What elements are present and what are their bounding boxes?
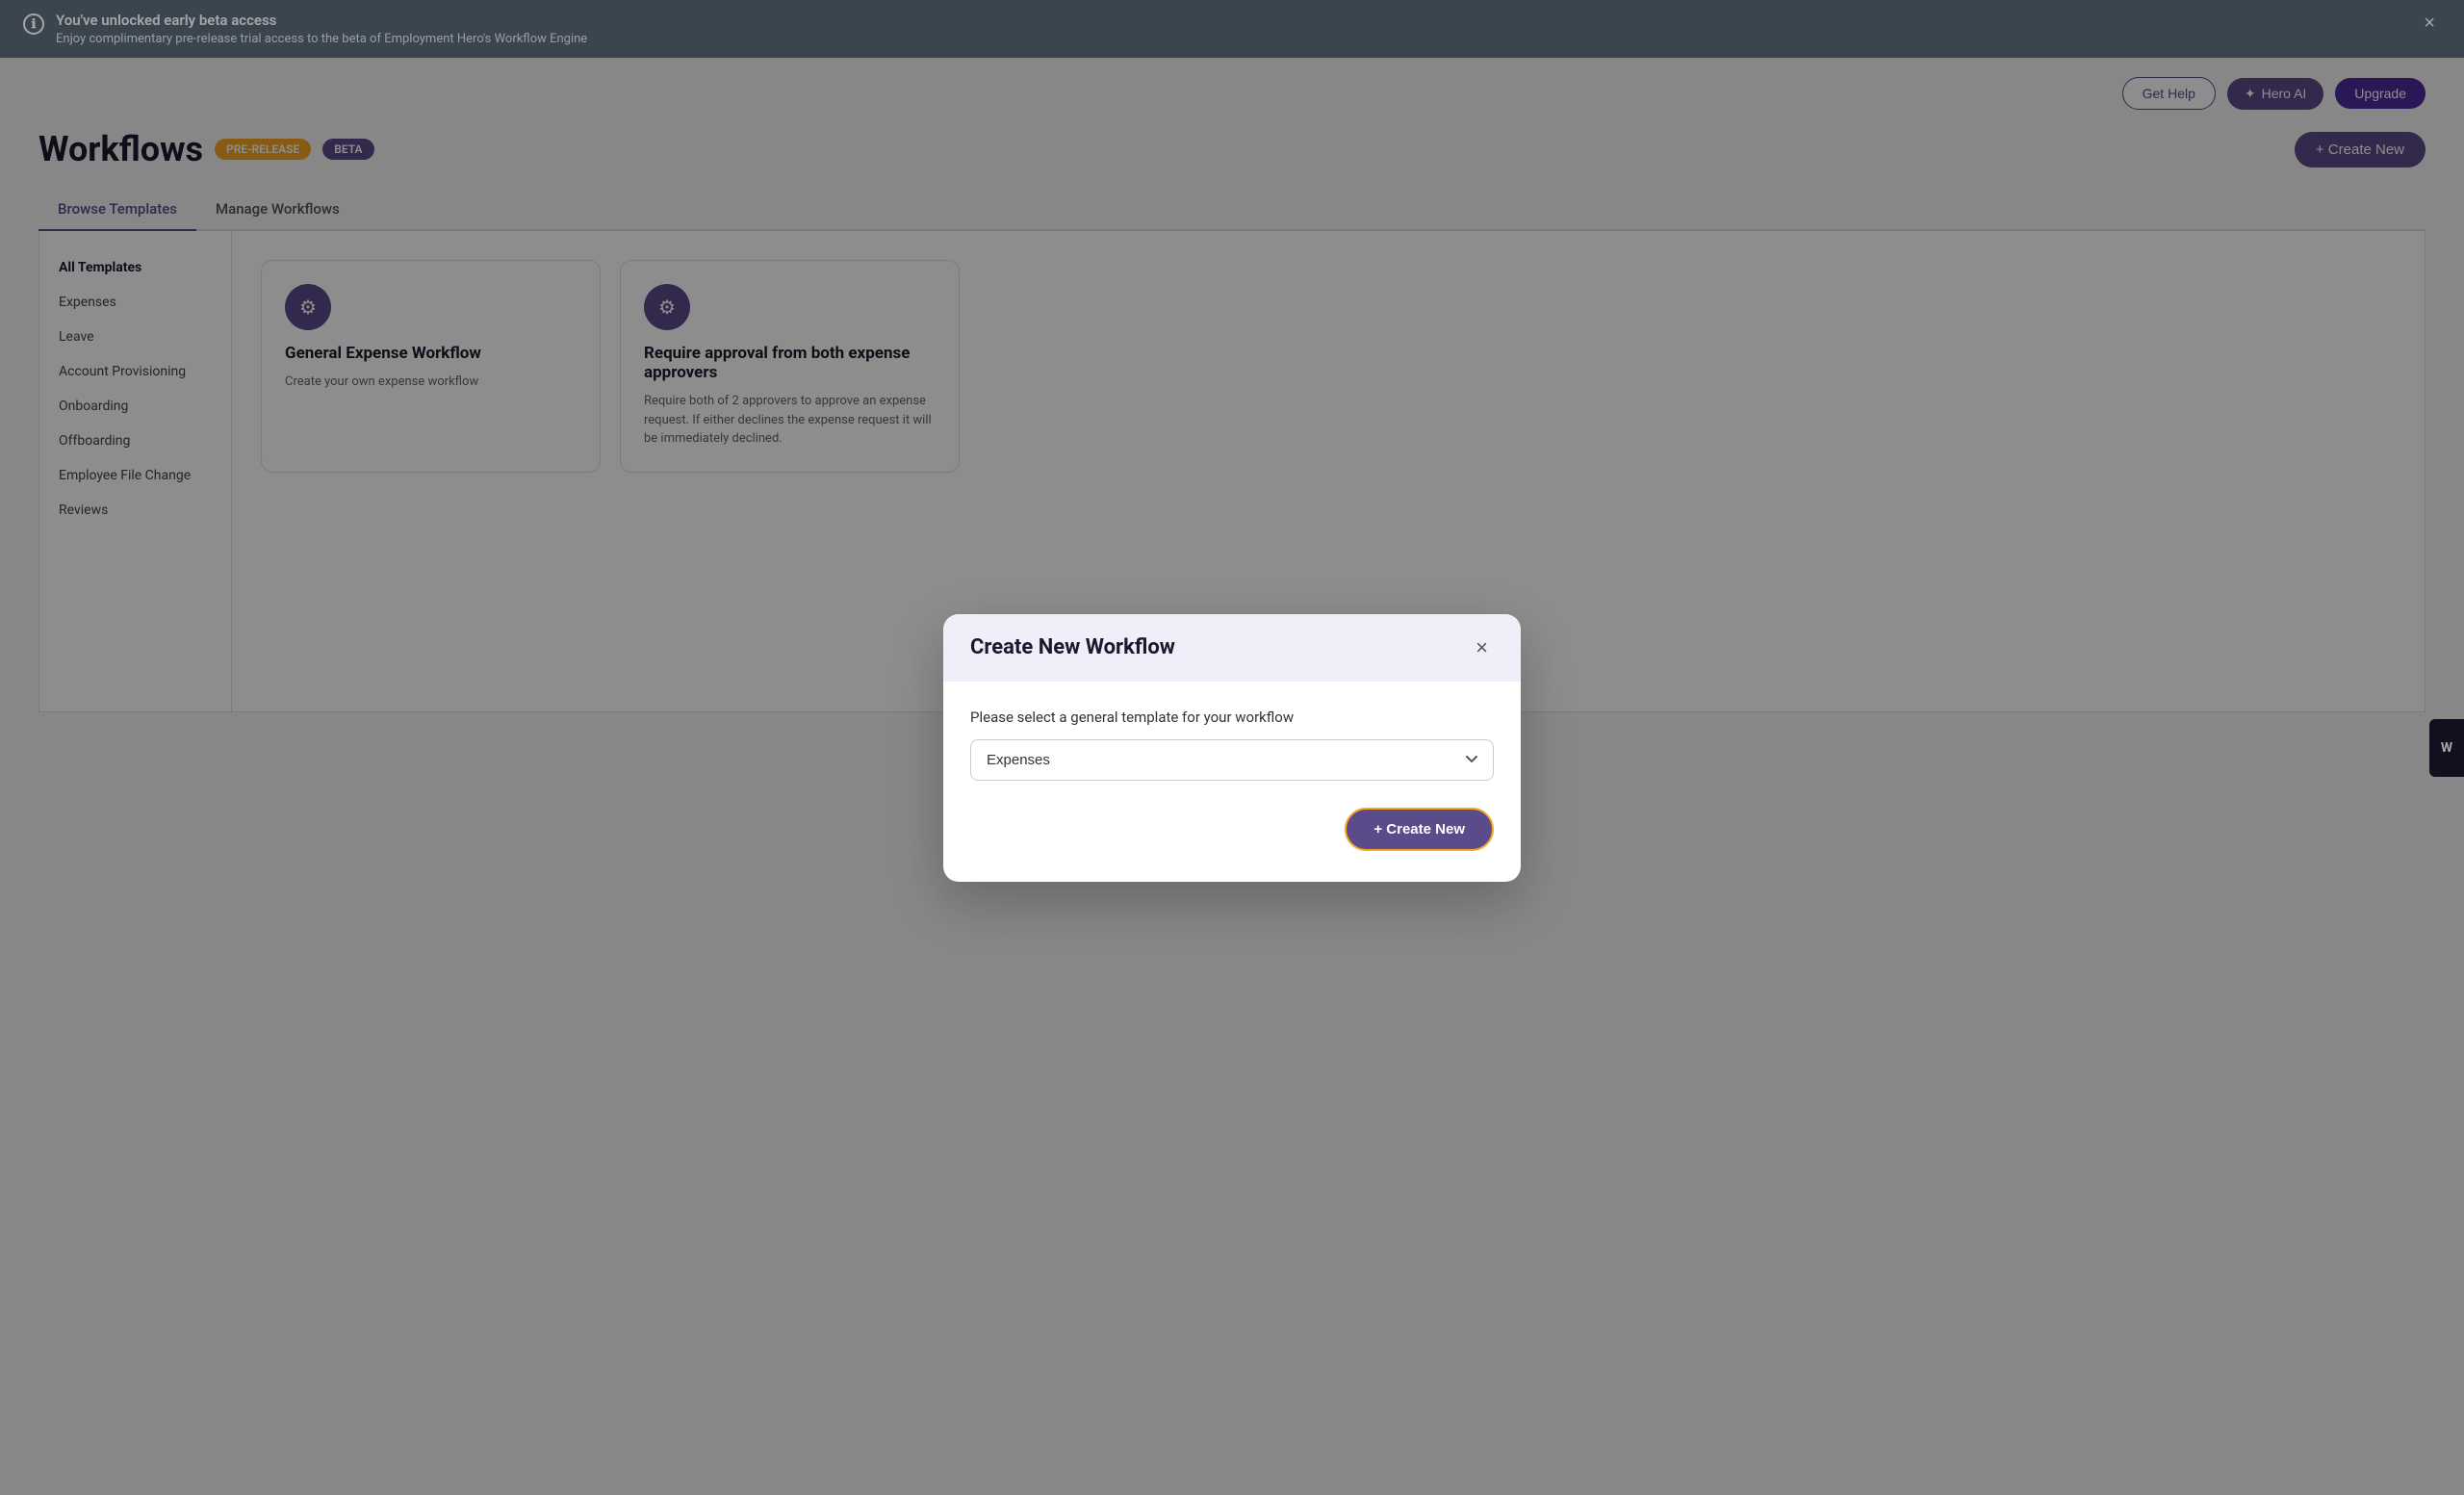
modal-close-button[interactable]: × xyxy=(1470,635,1494,660)
template-select[interactable]: Expenses Leave Account Provisioning Onbo… xyxy=(970,739,1494,781)
modal-footer: + Create New xyxy=(970,808,1494,851)
modal-title: Create New Workflow xyxy=(970,635,1175,659)
modal-create-button[interactable]: + Create New xyxy=(1345,808,1494,851)
create-workflow-modal: Create New Workflow × Please select a ge… xyxy=(943,614,1521,882)
modal-overlay: Create New Workflow × Please select a ge… xyxy=(0,0,2464,1495)
modal-header: Create New Workflow × xyxy=(943,614,1521,682)
modal-body: Please select a general template for you… xyxy=(943,682,1521,882)
modal-instruction-label: Please select a general template for you… xyxy=(970,709,1494,726)
